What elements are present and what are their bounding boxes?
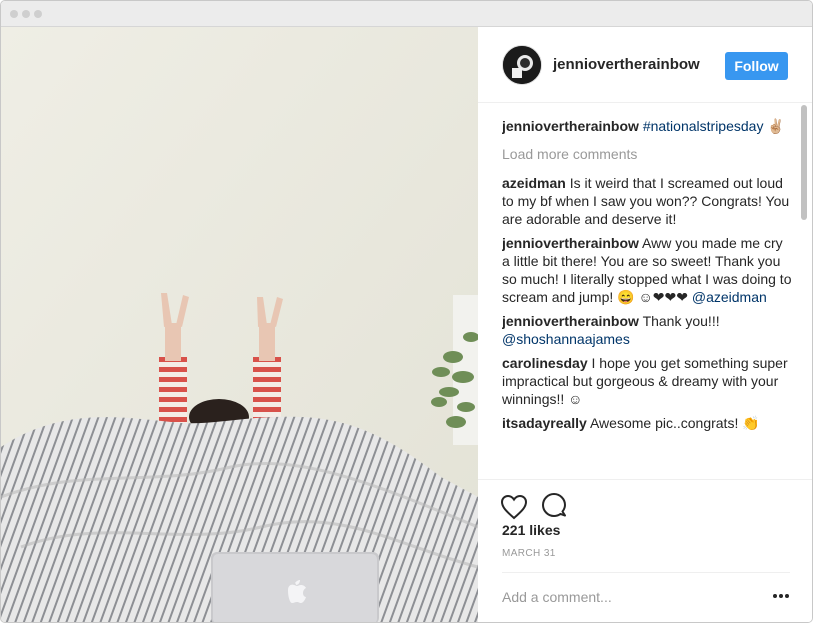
window-dot-close[interactable] (10, 10, 18, 18)
post-side-panel: jenniovertherainbow Follow jennioverther… (478, 27, 812, 622)
comment-username[interactable]: azeidman (502, 175, 566, 191)
follow-button[interactable]: Follow (725, 52, 788, 80)
caption: jenniovertherainbow #nationalstripesday … (502, 117, 792, 135)
add-comment-input[interactable] (502, 587, 752, 607)
window-titlebar (1, 1, 812, 27)
scrollbar-thumb[interactable] (801, 105, 807, 220)
comment-item: jenniovertherainbow Thank you!!! @shosha… (502, 312, 792, 348)
comment-username[interactable]: jenniovertherainbow (502, 235, 639, 251)
post-photo[interactable] (1, 27, 478, 622)
comment-text: Thank you!!! (642, 313, 720, 329)
window-dot-minimize[interactable] (22, 10, 30, 18)
comment-text: Awesome pic..congrats! 👏 (589, 415, 760, 431)
add-comment-section (502, 572, 790, 622)
comments-scrollbar[interactable] (800, 105, 808, 485)
comment-item: itsadayreally Awesome pic..congrats! 👏 (502, 414, 792, 432)
post-date: MARCH 31 (502, 548, 556, 559)
caption-username[interactable]: jenniovertherainbow (502, 118, 639, 134)
avatar[interactable] (502, 45, 542, 85)
comment-username[interactable]: carolinesday (502, 355, 588, 371)
more-options-icon[interactable] (772, 593, 790, 599)
comment-item: azeidman Is it weird that I screamed out… (502, 174, 792, 228)
caption-hashtag[interactable]: #nationalstripesday (643, 118, 764, 134)
comment-mention[interactable]: @shoshannaajames (502, 331, 630, 347)
avatar-image (503, 46, 541, 84)
caption-emoji: ✌🏼 (767, 118, 785, 134)
post-header: jenniovertherainbow Follow (478, 27, 812, 103)
comment-item: carolinesday I hope you get something su… (502, 354, 792, 408)
comment-username[interactable]: jenniovertherainbow (502, 313, 639, 329)
heart-icon[interactable] (500, 494, 528, 520)
post-actions: 221 likes MARCH 31 (478, 479, 812, 622)
window-dot-zoom[interactable] (34, 10, 42, 18)
browser-window: jenniovertherainbow Follow jennioverther… (0, 0, 813, 623)
post-photo-image (1, 27, 478, 622)
load-more-comments-link[interactable]: Load more comments (502, 145, 792, 163)
comment-item: jenniovertherainbow Aww you made me cry … (502, 234, 792, 306)
comment-username[interactable]: itsadayreally (502, 415, 587, 431)
comment-icon[interactable] (541, 492, 567, 518)
comments-list[interactable]: jenniovertherainbow #nationalstripesday … (502, 117, 792, 479)
author-username[interactable]: jenniovertherainbow (553, 56, 700, 73)
comment-mention[interactable]: @azeidman (692, 289, 767, 305)
likes-count[interactable]: 221 likes (502, 522, 560, 538)
